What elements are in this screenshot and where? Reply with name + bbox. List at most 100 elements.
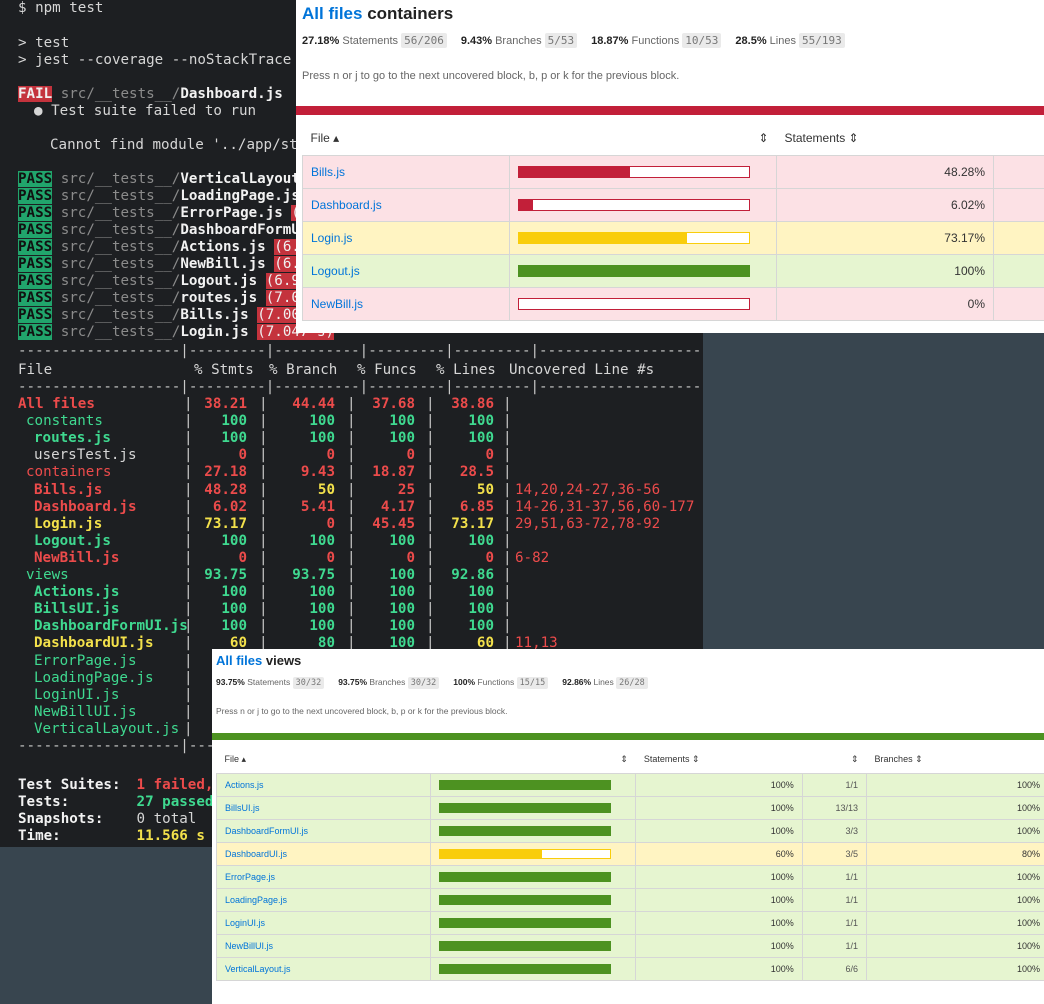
- summary-label: Lines: [593, 677, 614, 687]
- command-line: $ npm test: [18, 0, 104, 16]
- file-cell: Dashboard.js: [302, 187, 510, 222]
- file-link[interactable]: DashboardFormUI.js: [225, 826, 308, 836]
- coverage-bar-fill: [519, 265, 749, 276]
- file-column-header[interactable]: File ▴: [302, 122, 510, 156]
- column-separator: |: [184, 635, 193, 652]
- coverage-row-name: Actions.js: [34, 584, 120, 601]
- summary-pct: 9.43%: [460, 35, 493, 47]
- suite-dir: src/__tests__/: [60, 205, 181, 221]
- coverage-value: 0: [326, 515, 335, 532]
- file-link[interactable]: Login.js: [311, 231, 352, 245]
- column-separator: |: [184, 396, 193, 412]
- coverage-row-name: containers: [26, 464, 112, 481]
- coverage-row-name: LoginUI.js: [34, 686, 120, 703]
- coverage-value: 100: [468, 413, 494, 430]
- file-row: Actions.js 100% 1/1 100%: [215, 772, 1044, 797]
- file-column-header[interactable]: File ▴: [216, 746, 431, 774]
- suite-dir: src/__tests__/: [60, 273, 181, 289]
- coverage-bar: [518, 198, 750, 211]
- file-link[interactable]: LoadingPage.js: [225, 895, 287, 905]
- file-link[interactable]: Logout.js: [311, 264, 360, 278]
- column-separator: |: [503, 601, 512, 618]
- summary-line: Tests: 27 passed, 2: [18, 794, 239, 811]
- suite-dir: src/__tests__/: [60, 256, 181, 272]
- column-separator: |: [184, 720, 193, 737]
- coverage-value: 100: [468, 618, 494, 635]
- statements-column-header[interactable]: Statements ⇕: [776, 122, 1044, 156]
- file-row: NewBillUI.js 100% 1/1 100%: [215, 933, 1044, 958]
- coverage-value: 6.85: [459, 498, 494, 515]
- column-separator: |: [426, 413, 435, 430]
- coverage-bar-fill: [440, 918, 611, 927]
- sort-icon[interactable]: ⇕: [509, 122, 777, 156]
- pass-suite-line: PASS src/__tests__/routes.js (7.01: [18, 290, 309, 307]
- coverage-value: 100: [389, 567, 415, 583]
- coverage-value: 100: [309, 584, 335, 601]
- sort-icon[interactable]: ⇕: [802, 746, 867, 774]
- coverage-value: 93.75: [292, 567, 335, 583]
- coverage-value: 38.86: [451, 396, 494, 412]
- coverage-value: 0: [326, 447, 335, 464]
- page-title: All files containers: [302, 4, 453, 24]
- column-separator: |: [184, 618, 193, 635]
- file-link[interactable]: Actions.js: [225, 780, 264, 790]
- coverage-value: 0: [485, 549, 494, 566]
- suite-file: NewBill.js: [180, 256, 266, 272]
- coverage-bar-cell: [509, 253, 777, 288]
- file-link[interactable]: NewBill.js: [311, 297, 363, 311]
- sort-icon[interactable]: ⇕: [430, 746, 636, 774]
- branches-pct: 100%: [866, 887, 1044, 912]
- coverage-bar-fill: [440, 826, 611, 835]
- file-cell: ErrorPage.js: [215, 864, 432, 889]
- column-separator: |: [503, 396, 512, 412]
- coverage-bar: [439, 825, 612, 836]
- summary-label: Branches: [369, 677, 406, 687]
- summary-line: Test Suites: 1 failed, 10: [18, 777, 239, 794]
- column-separator: |: [503, 584, 512, 601]
- column-separator: |: [184, 584, 193, 601]
- file-link[interactable]: ErrorPage.js: [225, 872, 275, 882]
- suite-dir: src/__tests__/: [60, 290, 181, 306]
- suite-dir: src/__tests__/: [60, 239, 181, 255]
- coverage-value: 100: [221, 532, 247, 549]
- file-link[interactable]: LoginUI.js: [225, 918, 265, 928]
- coverage-value: 45.45: [372, 515, 415, 532]
- column-separator: |: [426, 549, 435, 566]
- coverage-bar-cell: [430, 795, 637, 820]
- column-separator: |: [259, 498, 268, 515]
- statements-fraction: 1/1: [801, 864, 868, 889]
- coverage-value: 6.02: [212, 498, 247, 515]
- coverage-bar-fill: [440, 964, 611, 973]
- pass-suite-line: PASS src/__tests__/DashboardFormUI: [18, 222, 308, 239]
- branches-pct: 100%: [866, 795, 1044, 820]
- file-link[interactable]: DashboardUI.js: [225, 849, 287, 859]
- coverage-row-name: DashboardUI.js: [34, 635, 154, 652]
- column-separator: |: [259, 396, 268, 412]
- file-link[interactable]: BillsUI.js: [225, 803, 260, 813]
- coverage-bar-cell: [430, 956, 637, 981]
- summary-pct: 100%: [453, 677, 476, 687]
- all-files-link[interactable]: All files: [302, 4, 362, 23]
- table-header-cell: File: [18, 362, 53, 378]
- statements-column-header[interactable]: Statements ⇕: [635, 746, 803, 774]
- file-link[interactable]: VerticalLayout.js: [225, 964, 291, 974]
- pass-suite-line: PASS src/__tests__/ErrorPage.js (6: [18, 205, 309, 222]
- branches-column-header[interactable]: Branches ⇕: [866, 746, 1044, 774]
- coverage-value: 100: [309, 413, 335, 430]
- file-link[interactable]: Bills.js: [311, 165, 345, 179]
- file-row: DashboardUI.js 60% 3/5 80%: [215, 841, 1044, 866]
- file-link[interactable]: NewBillUI.js: [225, 941, 273, 951]
- coverage-row-name: routes.js: [34, 430, 111, 447]
- summary-value: 11.566 s: [136, 828, 205, 844]
- summary-value: 0 total: [136, 811, 197, 827]
- summary-label: Snapshots:: [18, 811, 104, 827]
- coverage-bar-fill: [440, 872, 611, 881]
- column-separator: |: [184, 686, 193, 703]
- coverage-value: 92.86: [451, 567, 494, 583]
- file-link[interactable]: Dashboard.js: [311, 198, 382, 212]
- file-row: LoadingPage.js 100% 1/1 100%: [215, 887, 1044, 912]
- suite-file: LoadingPage.js: [180, 188, 300, 204]
- all-files-link[interactable]: All files: [216, 653, 262, 668]
- suite-dir: src/__tests__/: [60, 324, 181, 340]
- fail-badge: FAIL: [18, 86, 53, 102]
